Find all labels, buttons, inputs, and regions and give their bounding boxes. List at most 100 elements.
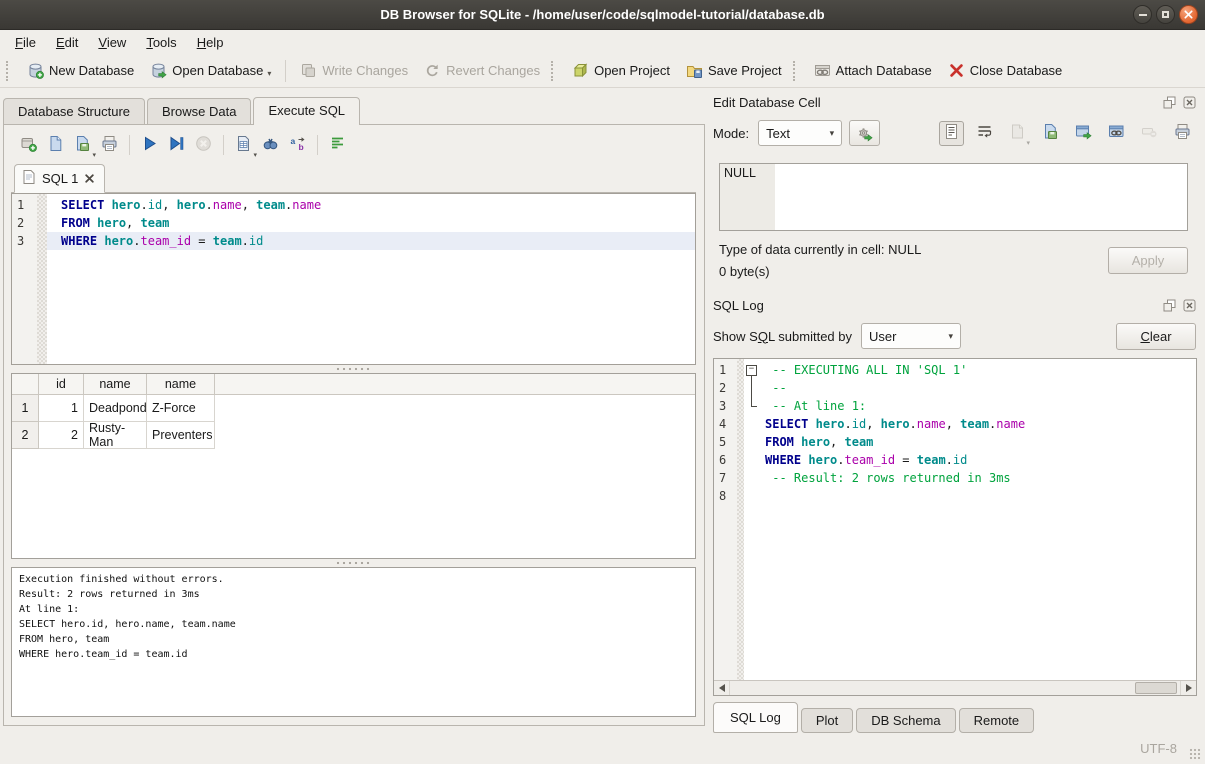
toolbar-handle[interactable] — [6, 61, 14, 81]
table-header-cell[interactable]: name — [147, 374, 215, 395]
table-row[interactable]: 11DeadpondZ-Force — [12, 395, 695, 422]
save-sql-file-button[interactable]: ▾ — [69, 132, 96, 158]
auto-mode-gear-button[interactable] — [849, 120, 880, 146]
scroll-right-arrow-icon[interactable] — [1180, 681, 1196, 695]
text-mode-button[interactable] — [939, 121, 964, 146]
toolbar-handle[interactable] — [793, 61, 801, 81]
menu-item-edit[interactable]: Edit — [46, 32, 88, 53]
dock-close-button[interactable] — [1182, 95, 1197, 110]
editor-code-line[interactable]: FROM hero, team — [47, 214, 695, 232]
word-wrap-button[interactable] — [972, 121, 997, 146]
toolbar-button-save-project[interactable]: Save Project — [678, 57, 790, 84]
tab-execute-sql[interactable]: Execute SQL — [253, 97, 360, 125]
sql-token: hero — [881, 417, 910, 431]
import-data-button[interactable]: ▾ — [1005, 121, 1030, 146]
toolbar-button-new-database[interactable]: New Database — [19, 57, 142, 84]
table-row-header[interactable]: 1 — [12, 395, 39, 422]
table-cell[interactable]: Z-Force — [147, 395, 215, 422]
table-row-header[interactable]: 2 — [12, 422, 39, 449]
table-corner-header[interactable] — [12, 374, 39, 395]
minimize-button[interactable] — [1133, 5, 1152, 24]
dropdown-arrow-icon[interactable]: ▾ — [267, 69, 271, 79]
tab-database-structure[interactable]: Database Structure — [3, 98, 145, 124]
cell-value-editor[interactable]: NULL — [719, 163, 1188, 231]
log-code-line[interactable]: SELECT hero.id, hero.name, team.name — [765, 415, 1196, 433]
stop-execution-button[interactable] — [190, 132, 217, 158]
dock-float-button[interactable] — [1162, 298, 1177, 313]
new-sql-tab-button[interactable] — [15, 132, 42, 158]
editor-code-line[interactable]: SELECT hero.id, hero.name, team.name — [47, 196, 695, 214]
dock-close-button[interactable] — [1182, 298, 1197, 313]
open-sql-file-button[interactable] — [42, 132, 69, 158]
toolbar-handle[interactable] — [551, 61, 559, 81]
sql-editor[interactable]: 123 SELECT hero.id, hero.name, team.name… — [11, 193, 696, 365]
save-data-button[interactable] — [1038, 121, 1063, 146]
main-tab-bar: Database StructureBrowse DataExecute SQL — [3, 95, 705, 124]
table-row[interactable]: 22Rusty-ManPreventers — [12, 422, 695, 449]
log-horizontal-scrollbar[interactable] — [714, 680, 1196, 695]
export-results-button[interactable]: ▾ — [230, 132, 257, 158]
table-cell[interactable]: Preventers — [147, 422, 215, 449]
sql-log-editor[interactable]: 12345678 -- EXECUTING ALL IN 'SQL 1' -- … — [713, 358, 1197, 696]
bottom-tab-db-schema[interactable]: DB Schema — [856, 708, 955, 733]
bottom-tab-plot[interactable]: Plot — [801, 708, 853, 733]
log-code-line[interactable] — [765, 487, 1196, 505]
table-header-cell[interactable]: name — [84, 374, 147, 395]
results-status-splitter[interactable] — [11, 559, 696, 567]
execution-status-box[interactable]: Execution finished without errors. Resul… — [11, 567, 696, 717]
fold-marker-box[interactable] — [744, 361, 759, 379]
scrollbar-track[interactable] — [730, 681, 1180, 695]
print-cell-button[interactable] — [1170, 121, 1195, 146]
execute-all-button[interactable] — [136, 132, 163, 158]
clear-log-button[interactable]: Clear — [1116, 323, 1196, 350]
set-link-button[interactable] — [1104, 121, 1129, 146]
log-code-line[interactable]: WHERE hero.team_id = team.id — [765, 451, 1196, 469]
toolbar-button-attach-database[interactable]: Attach Database — [806, 57, 940, 84]
table-cell[interactable]: 1 — [39, 395, 84, 422]
editor-code-area[interactable]: SELECT hero.id, hero.name, team.nameFROM… — [47, 194, 695, 364]
log-code-line[interactable]: -- At line 1: — [765, 397, 1196, 415]
table-cell[interactable]: Deadpond — [84, 395, 147, 422]
editor-code-line[interactable]: WHERE hero.team_id = team.id — [47, 232, 695, 250]
log-filter-select[interactable]: User ▾ — [861, 323, 961, 349]
set-null-button[interactable] — [1137, 121, 1162, 146]
mode-select[interactable]: Text ▾ — [758, 120, 842, 146]
close-button[interactable] — [1179, 5, 1198, 24]
toolbar-button-write-changes[interactable]: Write Changes — [292, 57, 416, 84]
sql-tab-close-icon[interactable] — [85, 171, 94, 186]
dock-float-button[interactable] — [1162, 95, 1177, 110]
menu-item-view[interactable]: View — [88, 32, 136, 53]
log-code-line[interactable]: -- Result: 2 rows returned in 3ms — [765, 469, 1196, 487]
menu-item-file[interactable]: File — [5, 32, 46, 53]
apply-button[interactable]: Apply — [1108, 247, 1188, 274]
table-cell[interactable]: 2 — [39, 422, 84, 449]
editor-results-splitter[interactable] — [11, 365, 696, 373]
table-header-cell[interactable]: id — [39, 374, 84, 395]
log-code-line[interactable]: -- EXECUTING ALL IN 'SQL 1' — [765, 361, 1196, 379]
maximize-button[interactable] — [1156, 5, 1175, 24]
format-sql-button[interactable] — [324, 132, 351, 158]
export-data-button[interactable] — [1071, 121, 1096, 146]
tab-browse-data[interactable]: Browse Data — [147, 98, 251, 124]
find-button[interactable] — [257, 132, 284, 158]
find-replace-button[interactable]: ab — [284, 132, 311, 158]
toolbar-button-open-project[interactable]: Open Project — [564, 57, 678, 84]
scrollbar-thumb[interactable] — [1135, 682, 1177, 694]
table-cell[interactable]: Rusty-Man — [84, 422, 147, 449]
menu-item-tools[interactable]: Tools — [136, 32, 186, 53]
sql-token: name — [292, 198, 321, 212]
toolbar-button-close-database[interactable]: Close Database — [940, 57, 1071, 84]
menu-item-help[interactable]: Help — [187, 32, 234, 53]
sql-tab[interactable]: SQL 1 — [14, 164, 105, 193]
log-code-line[interactable]: FROM hero, team — [765, 433, 1196, 451]
bottom-tab-sql-log[interactable]: SQL Log — [713, 702, 798, 733]
execute-current-line-button[interactable] — [163, 132, 190, 158]
log-code-area[interactable]: -- EXECUTING ALL IN 'SQL 1' -- -- At lin… — [759, 359, 1196, 680]
toolbar-button-revert-changes[interactable]: Revert Changes — [416, 57, 548, 84]
scroll-left-arrow-icon[interactable] — [714, 681, 730, 695]
print-sql-button[interactable] — [96, 132, 123, 158]
log-code-line[interactable]: -- — [765, 379, 1196, 397]
toolbar-button-open-database[interactable]: Open Database▾ — [142, 57, 279, 84]
resize-grip[interactable] — [1189, 748, 1201, 760]
bottom-tab-remote[interactable]: Remote — [959, 708, 1035, 733]
